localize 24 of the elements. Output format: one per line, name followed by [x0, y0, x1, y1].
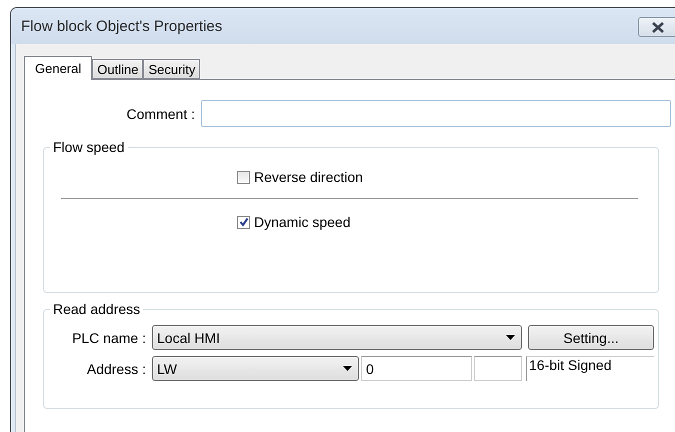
caret-icon — [506, 335, 515, 340]
data-type-text: 16-bit Signed — [526, 356, 654, 381]
checkbox-label: Dynamic speed — [254, 214, 350, 230]
group-title: Flow speed — [52, 139, 126, 155]
field-label: PLC name : — [71, 330, 147, 346]
checkbox[interactable] — [237, 170, 250, 184]
plc-name-dropdown[interactable]: Local HMI — [152, 325, 522, 350]
comment-field[interactable] — [201, 100, 671, 127]
tab[interactable]: Security — [143, 59, 200, 79]
field-label: Address : — [86, 360, 147, 376]
address-field[interactable]: 0 — [361, 356, 472, 381]
checkbox-label: Reverse direction — [254, 169, 363, 185]
setting-button[interactable]: Setting... — [528, 325, 654, 350]
device-dropdown[interactable]: LW — [152, 356, 359, 381]
close-icon — [651, 22, 665, 32]
close-button[interactable] — [638, 17, 675, 37]
input-field[interactable] — [474, 356, 522, 381]
group-title: Read address — [52, 301, 142, 317]
caret-icon — [343, 366, 352, 371]
checkbox[interactable] — [237, 216, 250, 228]
tab[interactable]: Outline — [92, 59, 144, 79]
window-title: Flow block Object's Properties — [21, 18, 222, 34]
field-label: Comment : — [126, 106, 196, 122]
tab[interactable]: General — [24, 56, 92, 80]
